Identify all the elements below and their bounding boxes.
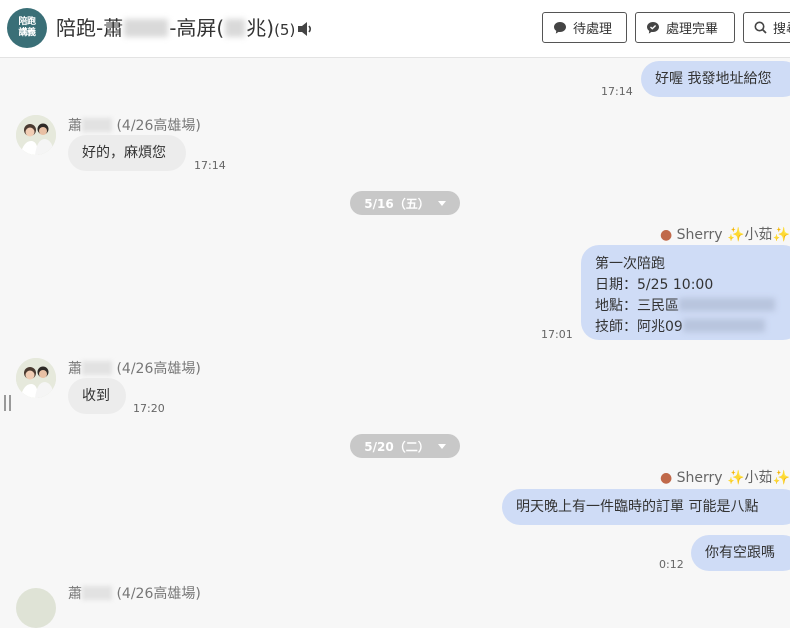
speaker-icon[interactable] bbox=[296, 21, 314, 37]
channel-avatar[interactable]: 陪跑 講義 bbox=[7, 8, 47, 48]
sender-name: 蕭 (4/26高雄場) bbox=[68, 583, 201, 603]
date-separator[interactable]: 5/20（二） bbox=[350, 434, 460, 458]
redacted-phone bbox=[682, 319, 765, 332]
pending-label: 待處理 bbox=[573, 22, 613, 37]
redacted-name bbox=[82, 118, 112, 132]
message-line: 地點：三民區 bbox=[595, 296, 787, 317]
person-icon: ● bbox=[660, 470, 673, 486]
message-text: 收到 bbox=[82, 388, 110, 404]
redacted-name bbox=[82, 586, 112, 600]
message-line-text: 地點：三民區 bbox=[595, 298, 679, 314]
message-line: 日期：5/25 10:00 bbox=[595, 277, 714, 293]
sender-tag: (4/26高雄場) bbox=[116, 118, 201, 134]
chat-check-icon bbox=[647, 21, 659, 34]
sender-tag: (4/26高雄場) bbox=[116, 586, 201, 602]
message-text: 好喔 我發地址給您 bbox=[655, 71, 772, 87]
sender-surname: 蕭 bbox=[68, 118, 82, 134]
agent-label: Sherry ✨小茹✨ bbox=[676, 470, 790, 486]
message-time: 17:20 bbox=[133, 402, 165, 415]
chat-title: 陪跑-蕭 -高屏( 兆)(5) bbox=[56, 14, 295, 44]
message-time: 17:01 bbox=[541, 328, 573, 341]
date-label: 5/16（五） bbox=[364, 196, 430, 211]
message-line: 第一次陪跑 bbox=[595, 256, 665, 272]
chat-header: 陪跑 講義 陪跑-蕭 -高屏( 兆)(5) 待處理 處理完畢 搜尋 bbox=[0, 0, 790, 58]
logo-line2: 講義 bbox=[18, 28, 36, 38]
agent-name: ● Sherry ✨小茹✨ bbox=[660, 224, 790, 244]
chevron-down-icon bbox=[437, 443, 446, 449]
redacted-name bbox=[124, 19, 169, 37]
message-time: 0:12 bbox=[659, 558, 684, 571]
avatar-photo-icon bbox=[16, 115, 56, 155]
message-time: 17:14 bbox=[601, 85, 633, 98]
message-bubble-outgoing[interactable]: 好喔 我發地址給您 bbox=[641, 61, 790, 97]
message-bubble-incoming[interactable]: 好的，麻煩您 bbox=[68, 135, 186, 171]
member-count: (5) bbox=[274, 21, 296, 39]
message-bubble-incoming[interactable]: 收到 bbox=[68, 378, 126, 414]
search-button[interactable]: 搜尋 bbox=[743, 12, 790, 43]
redacted-name bbox=[82, 361, 112, 375]
date-separator[interactable]: 5/16（五） bbox=[350, 191, 460, 215]
logo-line1: 陪跑 bbox=[18, 17, 36, 27]
user-avatar[interactable] bbox=[16, 588, 56, 628]
message-bubble-outgoing[interactable]: 第一次陪跑 日期：5/25 10:00 地點：三民區 技師：阿兆09 bbox=[581, 245, 790, 340]
message-text: 好的，麻煩您 bbox=[82, 145, 166, 161]
agent-name: ● Sherry ✨小茹✨ bbox=[660, 467, 790, 487]
title-prefix: 陪跑-蕭 bbox=[56, 16, 124, 40]
sender-surname: 蕭 bbox=[68, 586, 82, 602]
done-label: 處理完畢 bbox=[666, 22, 719, 37]
chevron-down-icon bbox=[437, 200, 446, 206]
sender-surname: 蕭 bbox=[68, 361, 82, 377]
message-line: 技師：阿兆09 bbox=[595, 317, 787, 338]
avatar-photo-icon bbox=[16, 358, 56, 398]
message-line-text: 技師：阿兆09 bbox=[595, 319, 683, 335]
date-label: 5/20（二） bbox=[364, 439, 430, 454]
drag-handle-icon[interactable] bbox=[4, 395, 11, 411]
done-button[interactable]: 處理完畢 bbox=[635, 12, 735, 43]
message-text: 你有空跟嗎 bbox=[705, 545, 775, 561]
search-label: 搜尋 bbox=[773, 22, 790, 37]
user-avatar[interactable] bbox=[16, 115, 56, 155]
message-time: 17:14 bbox=[194, 159, 226, 172]
title-mid: -高屏( bbox=[169, 16, 225, 40]
search-icon bbox=[754, 21, 767, 34]
agent-label: Sherry ✨小茹✨ bbox=[676, 227, 790, 243]
message-bubble-outgoing[interactable]: 明天晚上有一件臨時的訂單 可能是八點 bbox=[502, 489, 790, 525]
sender-name: 蕭 (4/26高雄場) bbox=[68, 358, 201, 378]
redacted-name bbox=[225, 19, 246, 37]
sender-tag: (4/26高雄場) bbox=[116, 361, 201, 377]
user-avatar[interactable] bbox=[16, 358, 56, 398]
message-text: 明天晚上有一件臨時的訂單 可能是八點 bbox=[516, 499, 759, 515]
person-icon: ● bbox=[660, 227, 673, 243]
title-suffix: 兆) bbox=[246, 16, 275, 40]
sender-name: 蕭 (4/26高雄場) bbox=[68, 115, 201, 135]
redacted-address bbox=[679, 298, 775, 311]
message-bubble-outgoing[interactable]: 你有空跟嗎 bbox=[691, 535, 790, 571]
chat-bubble-icon bbox=[554, 21, 566, 34]
pending-button[interactable]: 待處理 bbox=[542, 12, 627, 43]
